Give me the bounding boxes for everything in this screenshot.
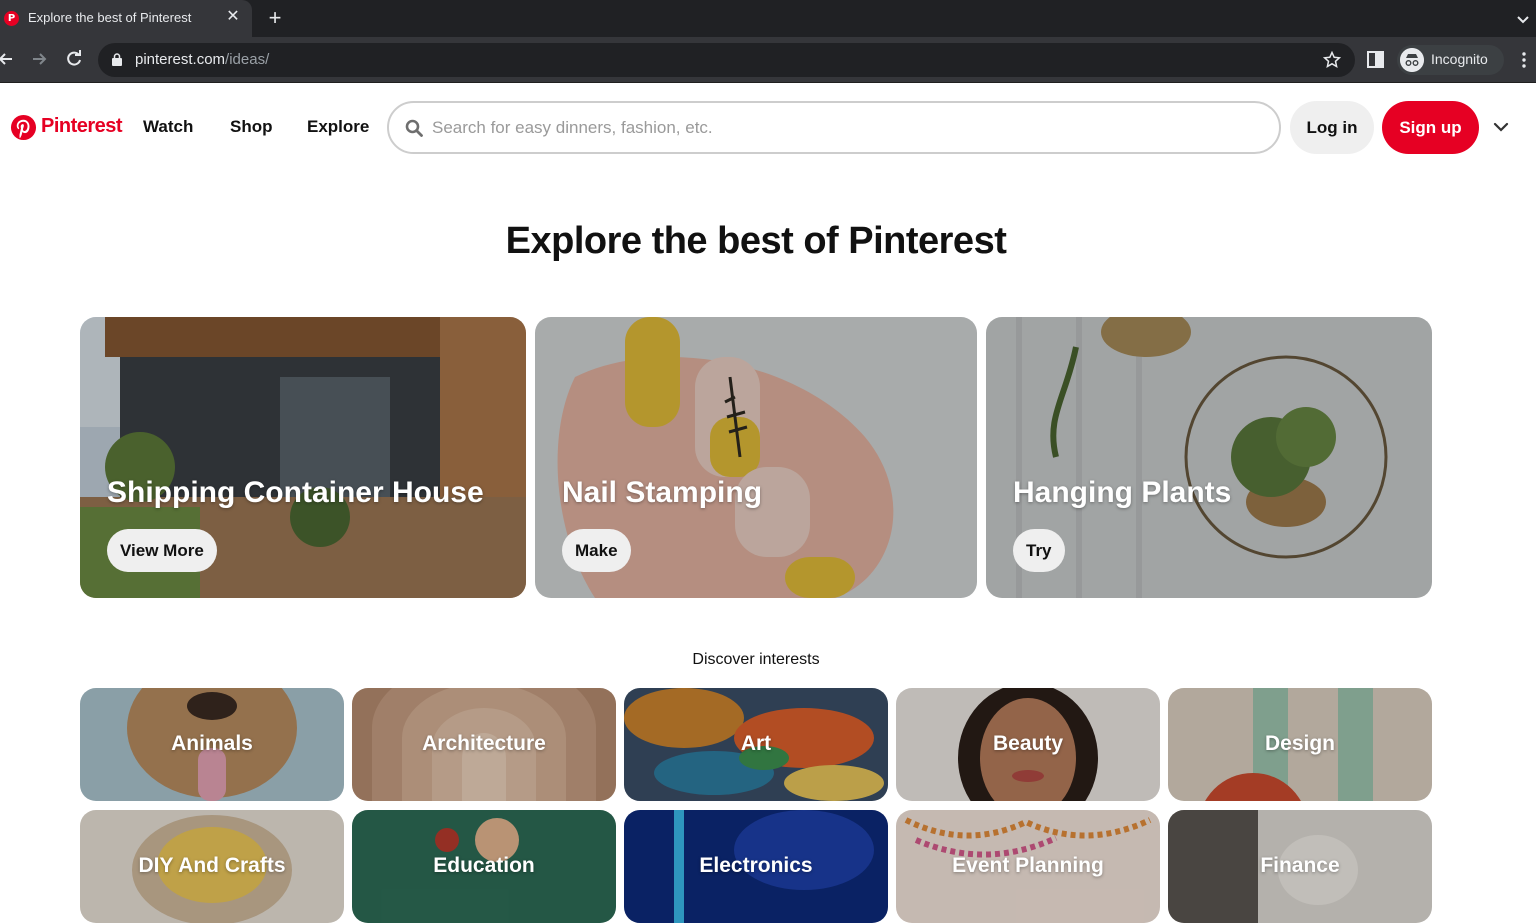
- interest-tile-beauty[interactable]: Beauty: [896, 688, 1160, 801]
- interest-tile-education[interactable]: Education: [352, 810, 616, 923]
- side-panel-icon[interactable]: [1367, 51, 1384, 68]
- signup-button[interactable]: Sign up: [1382, 101, 1479, 154]
- pinterest-logo-icon: [10, 114, 37, 141]
- incognito-profile-button[interactable]: Incognito: [1397, 45, 1504, 75]
- interest-tile-architecture[interactable]: Architecture: [352, 688, 616, 801]
- brand-wordmark: Pinterest: [41, 115, 123, 137]
- browser-toolbar: pinterest.com/ideas/ Incognito: [0, 37, 1536, 83]
- interest-tile-finance[interactable]: Finance: [1168, 810, 1432, 923]
- tab-title: Explore the best of Pinterest: [28, 10, 192, 25]
- search-icon: [405, 119, 423, 137]
- interest-tile-electronics[interactable]: Electronics: [624, 810, 888, 923]
- new-tab-icon[interactable]: +: [264, 6, 286, 30]
- interest-tile-event-planning[interactable]: Event Planning: [896, 810, 1160, 923]
- nav-explore-link[interactable]: Explore: [307, 117, 369, 137]
- featured-card-title: Shipping Container House: [107, 476, 484, 509]
- featured-card-title: Hanging Plants: [1013, 476, 1232, 509]
- incognito-label: Incognito: [1431, 51, 1488, 67]
- search-input[interactable]: [432, 113, 1252, 142]
- browser-menu-icon[interactable]: [1517, 50, 1531, 70]
- interest-label: Electronics: [699, 854, 813, 877]
- interest-label: Finance: [1260, 854, 1340, 877]
- browser-tab[interactable]: P Explore the best of Pinterest ✕: [0, 0, 252, 37]
- search-bar[interactable]: [387, 101, 1281, 154]
- featured-card-nail-stamping[interactable]: Nail Stamping Make: [535, 317, 977, 598]
- interest-label: DIY And Crafts: [138, 854, 286, 877]
- chevron-down-icon[interactable]: [1492, 118, 1510, 136]
- interest-label: Architecture: [422, 732, 546, 755]
- nav-watch-link[interactable]: Watch: [143, 117, 193, 137]
- forward-arrow-icon[interactable]: [29, 49, 49, 69]
- interest-label: Education: [433, 854, 535, 877]
- interest-tile-animals[interactable]: Animals: [80, 688, 344, 801]
- discover-interests-heading: Discover interests: [692, 651, 820, 668]
- featured-card-hanging-plants[interactable]: Hanging Plants Try: [986, 317, 1432, 598]
- close-tab-icon[interactable]: ✕: [225, 8, 241, 26]
- interest-label: Art: [740, 732, 772, 755]
- lock-icon[interactable]: [112, 53, 122, 66]
- featured-card-shipping-container-house[interactable]: Shipping Container House View More: [80, 317, 526, 598]
- page-title: Explore the best of Pinterest: [505, 220, 1007, 262]
- interest-label: Event Planning: [952, 854, 1104, 877]
- pinterest-favicon-icon: P: [4, 11, 19, 26]
- back-arrow-icon[interactable]: [0, 49, 16, 69]
- interest-tile-diy-and-crafts[interactable]: DIY And Crafts: [80, 810, 344, 923]
- browser-tab-strip: P Explore the best of Pinterest ✕ +: [0, 0, 1536, 37]
- bookmark-star-icon[interactable]: [1323, 51, 1341, 69]
- login-button[interactable]: Log in: [1290, 101, 1374, 154]
- incognito-icon: [1400, 48, 1424, 72]
- try-button[interactable]: Try: [1013, 529, 1065, 572]
- interest-label: Design: [1264, 732, 1335, 755]
- interest-label: Beauty: [992, 732, 1064, 755]
- make-button[interactable]: Make: [562, 529, 631, 572]
- featured-card-title: Nail Stamping: [562, 476, 763, 509]
- tab-search-chevron-icon[interactable]: [1514, 10, 1532, 28]
- address-bar[interactable]: pinterest.com/ideas/: [98, 43, 1355, 77]
- interest-label: Animals: [171, 732, 253, 755]
- interest-tile-design[interactable]: Design: [1168, 688, 1432, 801]
- pinterest-logo[interactable]: Pinterest: [10, 113, 130, 143]
- reload-icon[interactable]: [64, 49, 84, 69]
- nav-shop-link[interactable]: Shop: [230, 117, 273, 137]
- url-text: pinterest.com/ideas/: [135, 51, 270, 68]
- view-more-button[interactable]: View More: [107, 529, 217, 572]
- interest-tile-art[interactable]: Art: [624, 688, 888, 801]
